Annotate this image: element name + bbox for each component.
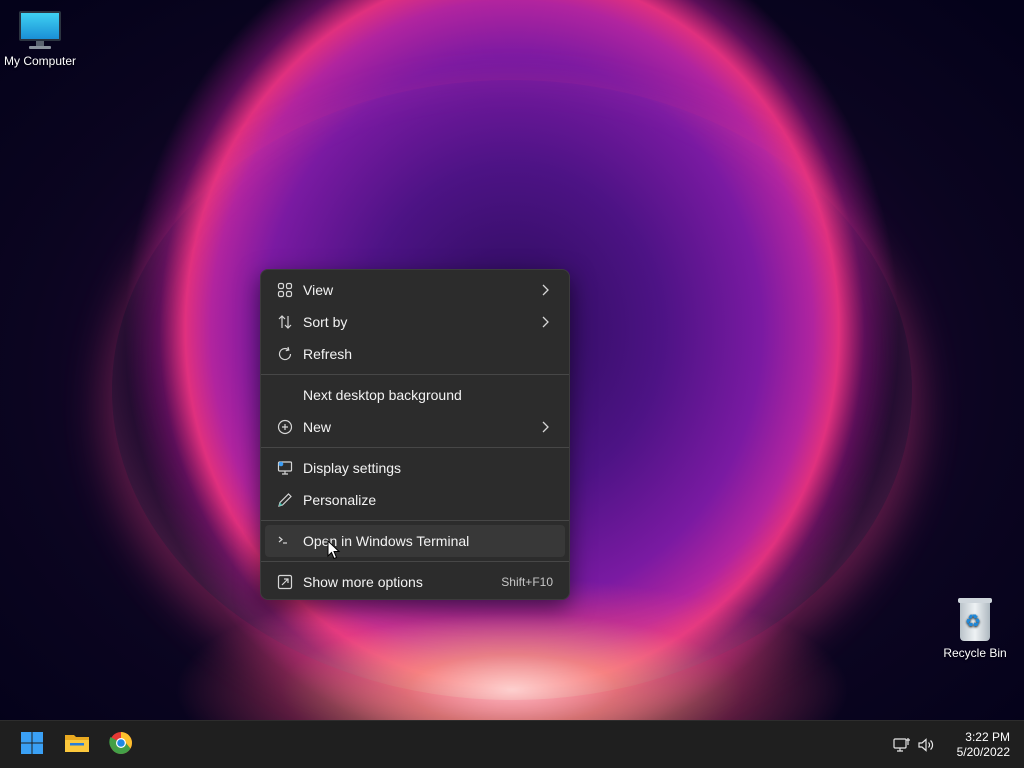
- menu-item-new[interactable]: New: [265, 411, 565, 443]
- menu-separator: [261, 561, 569, 562]
- plus-circle-icon: [277, 419, 293, 435]
- windows-start-icon: [20, 731, 44, 760]
- desktop-icon-label: My Computer: [3, 54, 77, 68]
- menu-separator: [261, 520, 569, 521]
- taskbar: 3:22 PM 5/20/2022: [0, 720, 1024, 768]
- menu-item-label: Personalize: [303, 492, 377, 508]
- chevron-right-icon: [537, 419, 553, 435]
- monitor-icon: [18, 10, 62, 50]
- menu-item-label: Display settings: [303, 460, 402, 476]
- clock-time: 3:22 PM: [965, 730, 1010, 744]
- desktop-icon-recycle-bin[interactable]: ♻ Recycle Bin: [935, 598, 1015, 660]
- grid-icon: [277, 282, 293, 298]
- recycle-bin-icon: ♻: [957, 598, 993, 642]
- refresh-icon: [277, 346, 293, 362]
- menu-item-label: New: [303, 419, 332, 435]
- desktop-context-menu: View Sort by Refresh Next desktop backgr…: [260, 269, 570, 600]
- menu-item-view[interactable]: View: [265, 274, 565, 306]
- chevron-right-icon: [537, 282, 553, 298]
- file-explorer-button[interactable]: [61, 729, 93, 761]
- chrome-button[interactable]: [105, 729, 137, 761]
- menu-item-refresh[interactable]: Refresh: [265, 338, 565, 370]
- volume-icon[interactable]: [916, 735, 936, 755]
- mouse-cursor-icon: [327, 539, 341, 560]
- expand-icon: [277, 574, 293, 590]
- menu-item-label: Refresh: [303, 346, 353, 362]
- menu-separator: [261, 447, 569, 448]
- taskbar-clock[interactable]: 3:22 PM 5/20/2022: [957, 730, 1010, 760]
- menu-item-label: Sort by: [303, 314, 348, 330]
- menu-item-label: View: [303, 282, 334, 298]
- menu-item-open-terminal[interactable]: Open in Windows Terminal: [265, 525, 565, 557]
- menu-item-personalize[interactable]: Personalize: [265, 484, 565, 516]
- chevron-right-icon: [537, 314, 553, 330]
- menu-separator: [261, 374, 569, 375]
- menu-item-next-background[interactable]: Next desktop background: [265, 379, 565, 411]
- display-icon: [277, 460, 293, 476]
- network-icon[interactable]: [892, 735, 912, 755]
- menu-item-label: Show more options: [303, 574, 423, 590]
- menu-item-show-more-options[interactable]: Show more options Shift+F10: [265, 566, 565, 598]
- desktop-icon-my-computer[interactable]: My Computer: [0, 10, 80, 68]
- shortcut-hint: Shift+F10: [501, 575, 553, 589]
- menu-item-display-settings[interactable]: Display settings: [265, 452, 565, 484]
- terminal-icon: [277, 533, 293, 549]
- sort-arrows-icon: [277, 314, 293, 330]
- pen-icon: [277, 492, 293, 508]
- menu-item-label: Next desktop background: [303, 387, 462, 403]
- start-button[interactable]: [16, 729, 48, 761]
- clock-date: 5/20/2022: [956, 745, 1010, 759]
- desktop-icon-label: Recycle Bin: [943, 646, 1007, 660]
- menu-item-sort-by[interactable]: Sort by: [265, 306, 565, 338]
- chrome-icon: [109, 731, 133, 760]
- folder-icon: [64, 732, 90, 759]
